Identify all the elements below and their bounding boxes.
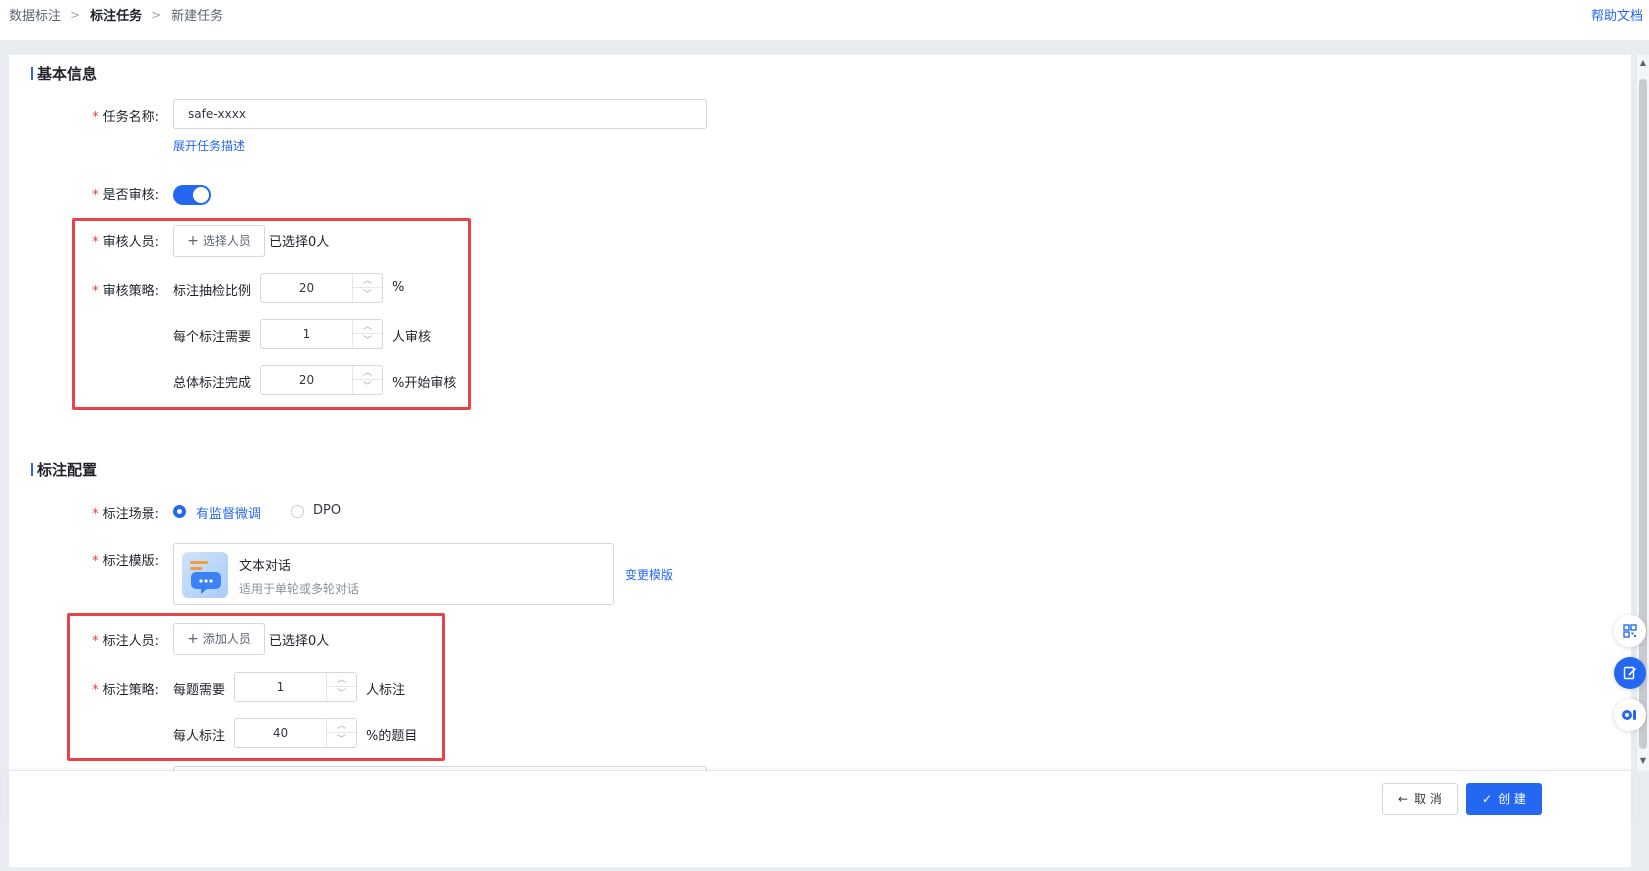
scroll-thumb[interactable] (1639, 79, 1647, 749)
items-per-labeler-label: 每人标注 (173, 729, 226, 744)
label-template-label: * 标注模版: (92, 554, 159, 569)
review-sample-ratio-label: 标注抽检比例 (173, 284, 252, 299)
chevron-up-icon[interactable]: ︿ (327, 673, 356, 687)
change-template-link[interactable]: 变更模版 (625, 566, 673, 583)
breadcrumb: 数据标注 > 标注任务 > 新建任务 (9, 5, 224, 25)
labelers-label: * 标注人员: (92, 634, 159, 649)
reviewers-selected-count: 已选择0人 (269, 235, 330, 250)
chevron-up-icon[interactable]: ︿ (353, 274, 382, 288)
stepper-value[interactable]: 1 (235, 673, 326, 701)
stepper-value[interactable]: 20 (261, 274, 352, 302)
template-description: 适用于单轮或多轮对话 (239, 582, 360, 596)
stepper-value[interactable]: 1 (261, 320, 352, 348)
expand-description-link[interactable]: 展开任务描述 (173, 137, 245, 154)
chevron-up-icon[interactable]: ︿ (353, 366, 382, 380)
review-start-threshold-stepper[interactable]: 20 ︿ ﹀ (260, 365, 383, 395)
cancel-button[interactable]: ← 取 消 (1382, 783, 1458, 815)
review-start-threshold-label: 总体标注完成 (173, 376, 252, 391)
review-enabled-label: * 是否审核: (92, 188, 159, 203)
chevron-down-icon[interactable]: ﹀ (353, 334, 382, 348)
plus-icon: + (187, 233, 199, 249)
help-docs-link[interactable]: 帮助文档 (1591, 5, 1643, 24)
radio-dpo[interactable] (291, 505, 304, 518)
chevron-down-icon[interactable]: ﹀ (327, 687, 356, 701)
review-start-threshold-unit: %开始审核 (392, 376, 457, 391)
reviewers-per-label-stepper[interactable]: 1 ︿ ﹀ (260, 319, 383, 349)
review-sample-ratio-stepper[interactable]: 20 ︿ ﹀ (260, 273, 383, 303)
template-card[interactable]: 文本对话 适用于单轮或多轮对话 (173, 543, 614, 605)
section-title-basic-info: 基本信息 (31, 63, 97, 84)
breadcrumb-separator-icon: > (151, 7, 162, 22)
template-name: 文本对话 (239, 559, 292, 574)
chevron-up-icon[interactable]: ︿ (327, 719, 356, 733)
label-scene-label: * 标注场景: (92, 507, 159, 522)
review-strategy-label: * 审核策略: (92, 284, 159, 299)
form-card: 基本信息 * 任务名称: safe-xxxx 展开任务描述 * 是否审核: * 审核人… (9, 55, 1631, 867)
review-sample-ratio-unit: % (392, 280, 405, 295)
breadcrumb-item-data-labeling[interactable]: 数据标注 (9, 5, 61, 24)
breadcrumb-item-new-task: 新建任务 (171, 9, 224, 24)
scroll-up-icon[interactable]: ▲ (1637, 57, 1649, 69)
edit-icon-graphic (1623, 666, 1637, 680)
stepper-value[interactable]: 20 (261, 366, 352, 394)
radio-label-dpo[interactable]: DPO (313, 503, 341, 518)
check-icon: ✓ (1482, 792, 1493, 806)
ai-icon[interactable] (1614, 699, 1646, 731)
task-name-input[interactable]: safe-xxxx (173, 99, 707, 129)
chat-bubble-icon (182, 552, 228, 598)
select-reviewers-button[interactable]: + 选择人员 (173, 225, 265, 257)
reviewers-label: * 审核人员: (92, 235, 159, 250)
labelers-per-item-unit: 人标注 (366, 683, 406, 698)
reviewers-per-label-label: 每个标注需要 (173, 330, 252, 345)
chevron-down-icon[interactable]: ﹀ (327, 733, 356, 747)
task-name-label: * 任务名称: (92, 110, 159, 125)
create-button[interactable]: ✓ 创 建 (1466, 783, 1542, 815)
radio-label-sft[interactable]: 有监督微调 (196, 503, 261, 522)
items-per-labeler-unit: %的题目 (366, 729, 418, 744)
footer-action-bar: ← 取 消 ✓ 创 建 (9, 770, 1631, 826)
stepper-value[interactable]: 40 (235, 719, 326, 747)
qr-code-icon-graphic (1623, 624, 1637, 638)
section-title-label-config: 标注配置 (31, 459, 97, 480)
breadcrumb-item-label-tasks[interactable]: 标注任务 (90, 5, 142, 24)
reviewers-per-label-unit: 人审核 (392, 330, 432, 345)
edit-icon[interactable] (1614, 657, 1646, 689)
review-toggle[interactable] (173, 185, 211, 205)
add-labelers-button[interactable]: + 添加人员 (173, 623, 265, 655)
top-bar: 数据标注 > 标注任务 > 新建任务 帮助文档 (0, 0, 1649, 40)
chevron-down-icon[interactable]: ﹀ (353, 380, 382, 394)
toggle-knob (193, 187, 209, 203)
arrow-left-icon: ← (1398, 792, 1409, 806)
chat-bubble-icon-graphic (190, 561, 221, 594)
scroll-down-icon[interactable]: ▼ (1637, 755, 1649, 767)
ai-icon-graphic (1622, 710, 1636, 720)
labelers-selected-count: 已选择0人 (269, 634, 330, 649)
chevron-up-icon[interactable]: ︿ (353, 320, 382, 334)
radio-sft[interactable] (173, 505, 186, 518)
plus-icon: + (187, 631, 199, 647)
items-per-labeler-stepper[interactable]: 40 ︿ ﹀ (234, 718, 357, 748)
qr-code-icon[interactable] (1614, 615, 1646, 647)
labelers-per-item-stepper[interactable]: 1 ︿ ﹀ (234, 672, 357, 702)
breadcrumb-separator-icon: > (70, 7, 81, 22)
chevron-down-icon[interactable]: ﹀ (353, 288, 382, 302)
labelers-per-item-label: 每题需要 (173, 683, 226, 698)
label-strategy-label: * 标注策略: (92, 683, 159, 698)
